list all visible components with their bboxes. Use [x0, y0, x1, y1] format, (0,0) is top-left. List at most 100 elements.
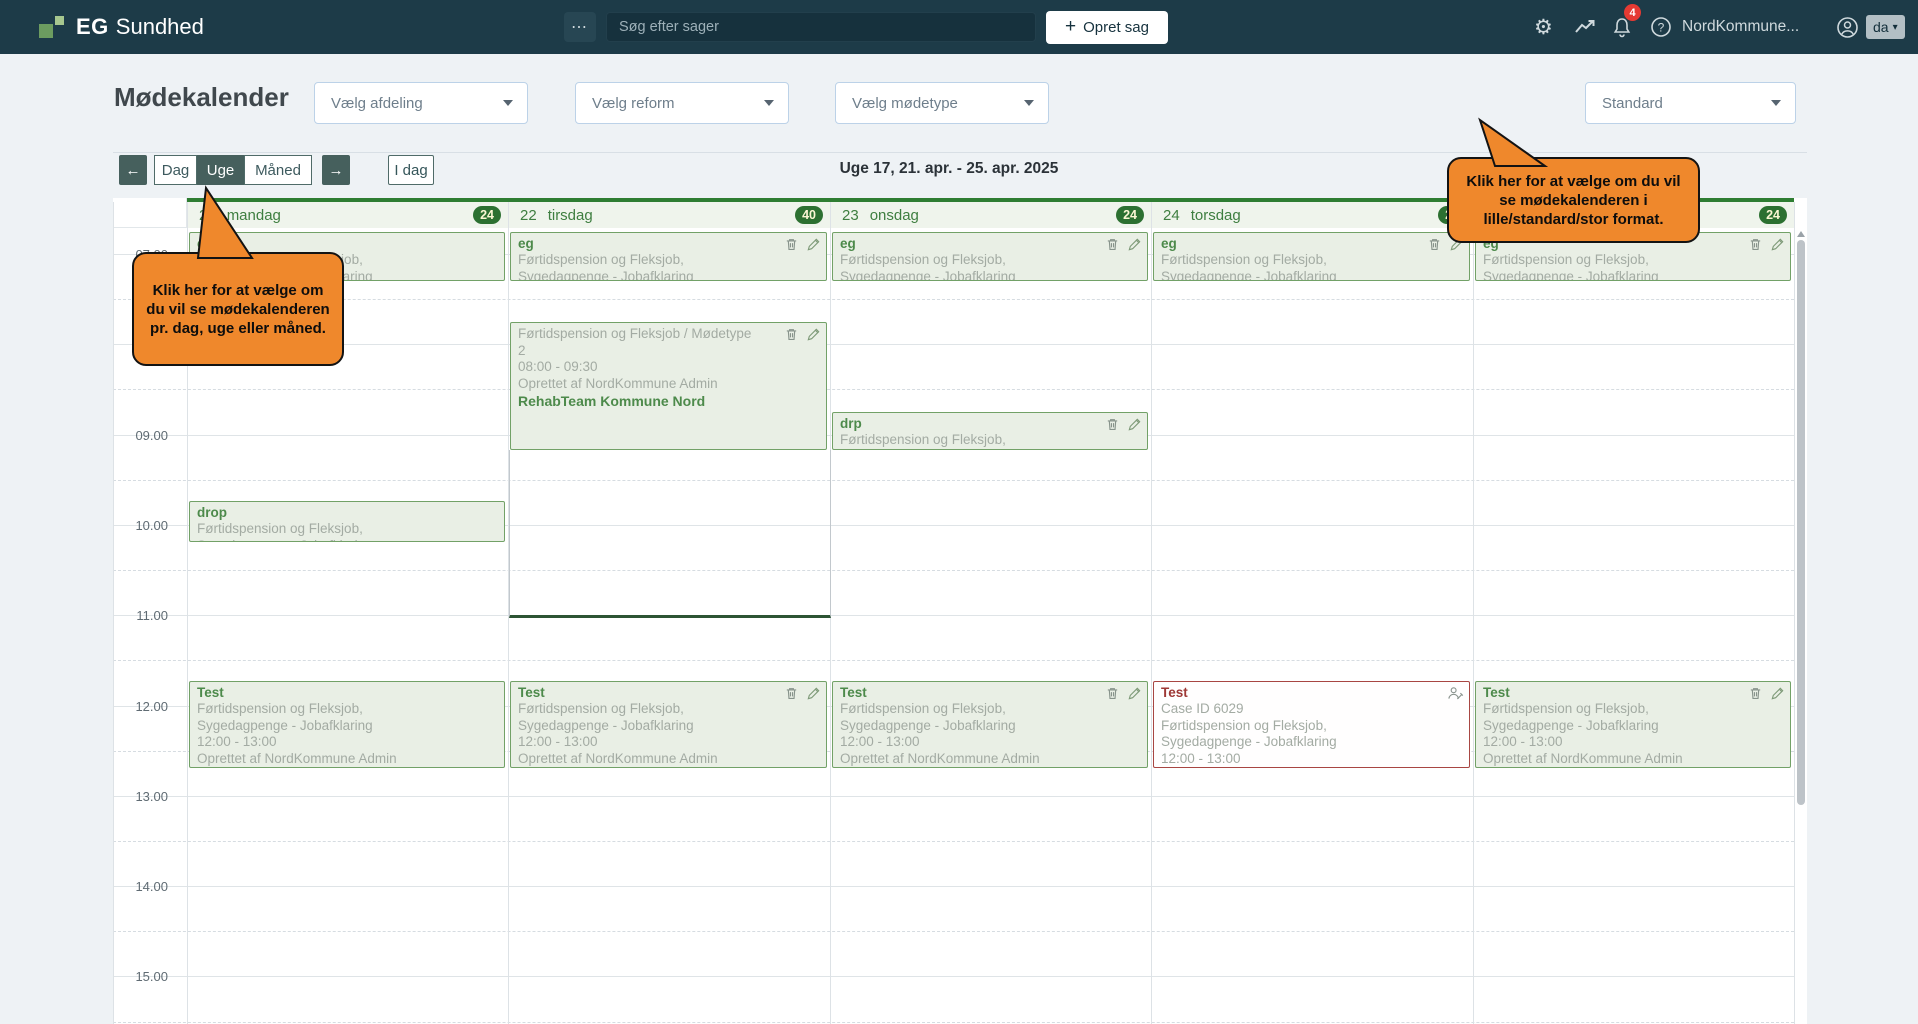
event-detail: Sygedagpenge - Jobafklaring: [1483, 269, 1732, 282]
delete-icon[interactable]: [1105, 417, 1120, 432]
time-gutter-corner: [113, 198, 187, 228]
today-button[interactable]: I dag: [388, 155, 434, 185]
next-week-button[interactable]: →: [322, 155, 350, 185]
event-actions: [1105, 417, 1142, 432]
delete-icon[interactable]: [784, 686, 799, 701]
hour-line: [113, 615, 1794, 616]
event-detail: Førtidspension og Fleksjob,: [840, 252, 1089, 269]
meeting-type-select-value: Vælg mødetype: [852, 95, 958, 112]
statistics-trend-icon[interactable]: [1574, 0, 1596, 54]
calendar-event-drop[interactable]: dropFørtidspension og Fleksjob,Sygedagpe…: [189, 501, 505, 542]
event-detail: Førtidspension og Fleksjob / Mødetype: [518, 326, 768, 343]
event-actions: [1748, 686, 1785, 701]
calendar-event-test[interactable]: TestFørtidspension og Fleksjob,Sygedagpe…: [1475, 681, 1791, 768]
event-title: eg: [840, 236, 1141, 252]
day-name: torsdag: [1191, 207, 1241, 224]
edit-icon[interactable]: [1127, 417, 1142, 432]
reform-select-value: Vælg reform: [592, 95, 675, 112]
delete-icon[interactable]: [784, 237, 799, 252]
meeting-type-select[interactable]: Vælg mødetype: [835, 82, 1049, 124]
week-calendar: 21mandag2422tirsdag4023onsdag2424torsdag…: [113, 198, 1807, 1024]
calendar-scrollbar[interactable]: [1797, 240, 1805, 805]
day-date: 23: [842, 207, 859, 224]
event-detail: Førtidspension og Fleksjob,: [1483, 701, 1732, 718]
app-logo: EG Sundhed: [38, 0, 204, 54]
edit-icon[interactable]: [1770, 237, 1785, 252]
edit-icon[interactable]: [806, 327, 821, 342]
calendar-event-eg[interactable]: egFørtidspension og Fleksjob,Sygedagpeng…: [1153, 232, 1470, 281]
department-select[interactable]: Vælg afdeling: [314, 82, 528, 124]
calendar-event-test[interactable]: TestCase ID 6029Førtidspension og Fleksj…: [1153, 681, 1470, 768]
overflow-menu-button[interactable]: ⋯: [564, 12, 596, 42]
brand-name: Sundhed: [116, 14, 204, 40]
calendar-size-select[interactable]: Standard: [1585, 82, 1796, 124]
day-name: tirsdag: [548, 207, 593, 224]
delete-icon[interactable]: [1748, 237, 1763, 252]
calendar-event-drp[interactable]: drpFørtidspension og Fleksjob,Sygedagpen…: [832, 412, 1148, 450]
delete-icon[interactable]: [784, 327, 799, 342]
edit-icon[interactable]: [1770, 686, 1785, 701]
assign-participant-icon[interactable]: [1447, 686, 1464, 701]
event-detail: Oprettet af NordKommune Admin: [840, 751, 1089, 768]
delete-icon[interactable]: [1427, 237, 1442, 252]
event-actions: [1105, 686, 1142, 701]
half-hour-line: [113, 299, 1794, 300]
edit-icon[interactable]: [1127, 237, 1142, 252]
half-hour-line: [113, 1022, 1794, 1023]
delete-icon[interactable]: [1748, 686, 1763, 701]
event-detail: 12:00 - 13:00: [518, 734, 768, 751]
event-detail: Sygedagpenge - Jobafklaring: [518, 269, 768, 282]
event-actions: [784, 327, 821, 342]
hour-line: [113, 886, 1794, 887]
notification-count-badge: 4: [1624, 4, 1641, 21]
calendar-event-test[interactable]: TestFørtidspension og Fleksjob,Sygedagpe…: [189, 681, 505, 768]
event-detail: Førtidspension og Fleksjob,: [518, 252, 768, 269]
create-case-button[interactable]: + Opret sag: [1046, 11, 1168, 44]
event-actions: [784, 237, 821, 252]
event-title: drop: [197, 505, 498, 521]
half-hour-line: [113, 931, 1794, 932]
language-selector[interactable]: da ▾: [1866, 15, 1905, 39]
search-input[interactable]: [606, 12, 1036, 42]
event-actions: [1447, 686, 1464, 701]
week-range-label: Uge 17, 21. apr. - 25. apr. 2025: [834, 160, 1064, 178]
event-title: Test: [840, 685, 1141, 701]
calendar-event-test[interactable]: TestFørtidspension og Fleksjob,Sygedagpe…: [510, 681, 827, 768]
event-title: eg: [518, 236, 820, 252]
event-detail: Førtidspension og Fleksjob,: [840, 432, 1089, 449]
day-header-onsdag: 23onsdag24: [830, 202, 1151, 228]
event-detail: Oprettet af NordKommune Admin: [518, 751, 768, 768]
delete-icon[interactable]: [1105, 686, 1120, 701]
edit-icon[interactable]: [806, 686, 821, 701]
event-title: drp: [840, 416, 1141, 432]
event-actions: [1105, 237, 1142, 252]
hour-line: [113, 976, 1794, 977]
day-date: 24: [1163, 207, 1180, 224]
event-title: Test: [1483, 685, 1784, 701]
settings-gear-icon[interactable]: ⚙: [1534, 0, 1553, 54]
top-bar: EG Sundhed ⋯ + Opret sag ⚙ 4 ? NordKommu…: [0, 0, 1918, 54]
caret-down-icon: [1024, 100, 1034, 106]
calendar-event-test[interactable]: TestFørtidspension og Fleksjob,Sygedagpe…: [832, 681, 1148, 768]
edit-icon[interactable]: [806, 237, 821, 252]
reform-select[interactable]: Vælg reform: [575, 82, 789, 124]
meeting-count-badge: 24: [1759, 206, 1787, 224]
half-hour-line: [113, 660, 1794, 661]
user-account-icon[interactable]: [1836, 0, 1859, 54]
event-detail: Sygedagpenge - Jobafklaring: [1161, 269, 1411, 282]
calendar-event-eg[interactable]: egFørtidspension og Fleksjob,Sygedagpeng…: [832, 232, 1148, 281]
hour-line: [113, 796, 1794, 797]
event-detail: Førtidspension og Fleksjob,: [197, 701, 446, 718]
calendar-event[interactable]: Førtidspension og Fleksjob / Mødetype208…: [510, 322, 827, 450]
caret-down-icon: [764, 100, 774, 106]
help-icon[interactable]: ?: [1650, 0, 1672, 54]
calendar-event-eg[interactable]: egFørtidspension og Fleksjob,Sygedagpeng…: [510, 232, 827, 281]
scrollbar-up-arrow-icon[interactable]: [1797, 231, 1805, 237]
time-label: 10.00: [113, 518, 168, 533]
delete-icon[interactable]: [1105, 237, 1120, 252]
day-name: onsdag: [870, 207, 919, 224]
event-title: eg: [1161, 236, 1463, 252]
event-detail: 12:00 - 13:00: [1483, 734, 1732, 751]
previous-week-button[interactable]: ←: [119, 155, 147, 185]
edit-icon[interactable]: [1127, 686, 1142, 701]
